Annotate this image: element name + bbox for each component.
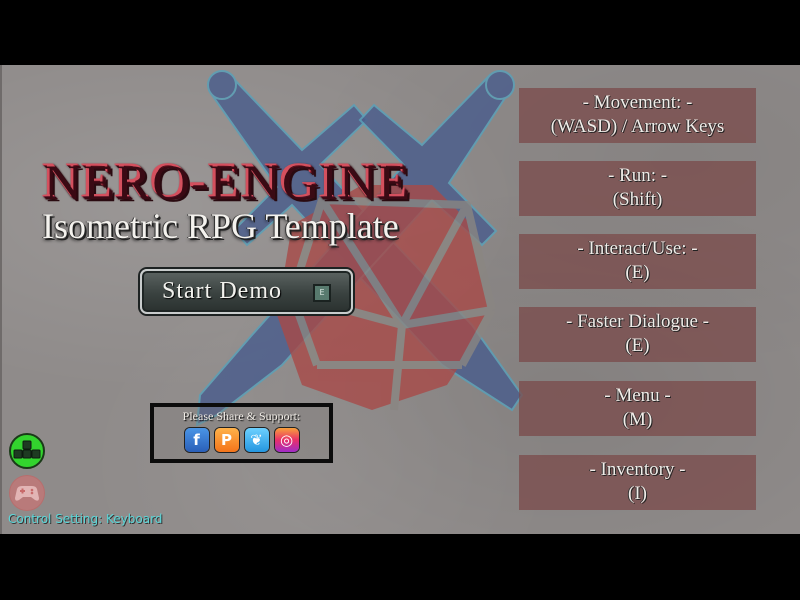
share-support-box: Please Share & Support: f P ❦ ◎ (150, 403, 333, 463)
patreon-icon[interactable]: P (214, 428, 239, 452)
control-keys: (I) (628, 483, 647, 504)
control-keys: (WASD) / Arrow Keys (550, 116, 725, 137)
control-action: - Faster Dialogue - (566, 311, 709, 332)
start-demo-label: Start Demo (162, 278, 282, 304)
twitter-icon[interactable]: ❦ (244, 428, 269, 452)
instagram-icon[interactable]: ◎ (274, 428, 299, 452)
control-action: - Inventory - (589, 459, 686, 480)
control-action: - Menu - (604, 385, 671, 406)
control-setting-label: Control Setting: Keyboard (8, 512, 163, 526)
game-subtitle: Isometric RPG Template (42, 206, 399, 246)
control-panel-menu: - Menu - (M) (519, 381, 756, 436)
control-panel-faster-dialogue: - Faster Dialogue - (E) (519, 307, 756, 362)
control-action: - Movement: - (582, 92, 693, 113)
keyboard-control-button[interactable] (9, 433, 45, 469)
gamepad-icon (15, 486, 39, 501)
facebook-icon[interactable]: f (184, 428, 209, 452)
control-panel-inventory: - Inventory - (I) (519, 455, 756, 510)
control-keys: (E) (625, 335, 650, 356)
control-action: - Run: - (607, 165, 668, 186)
game-viewport: NERO-ENGINE Isometric RPG Template Start… (0, 65, 800, 534)
share-label: Please Share & Support: (182, 409, 301, 423)
control-action: - Interact/Use: - (577, 238, 698, 259)
game-title: NERO-ENGINE (42, 152, 410, 208)
gamepad-control-button[interactable] (9, 475, 45, 511)
control-panel-run: - Run: - (Shift) (519, 161, 756, 216)
control-keys: (Shift) (612, 189, 663, 210)
key-e-icon: E (313, 284, 331, 302)
social-links: f P ❦ ◎ (154, 428, 329, 452)
control-panel-interact: - Interact/Use: - (E) (519, 234, 756, 289)
keyboard-wasd-icon (13, 440, 41, 459)
control-keys: (M) (622, 409, 653, 430)
start-demo-button[interactable]: Start Demo E (140, 269, 353, 314)
control-keys: (E) (625, 262, 650, 283)
control-panel-movement: - Movement: - (WASD) / Arrow Keys (519, 88, 756, 143)
